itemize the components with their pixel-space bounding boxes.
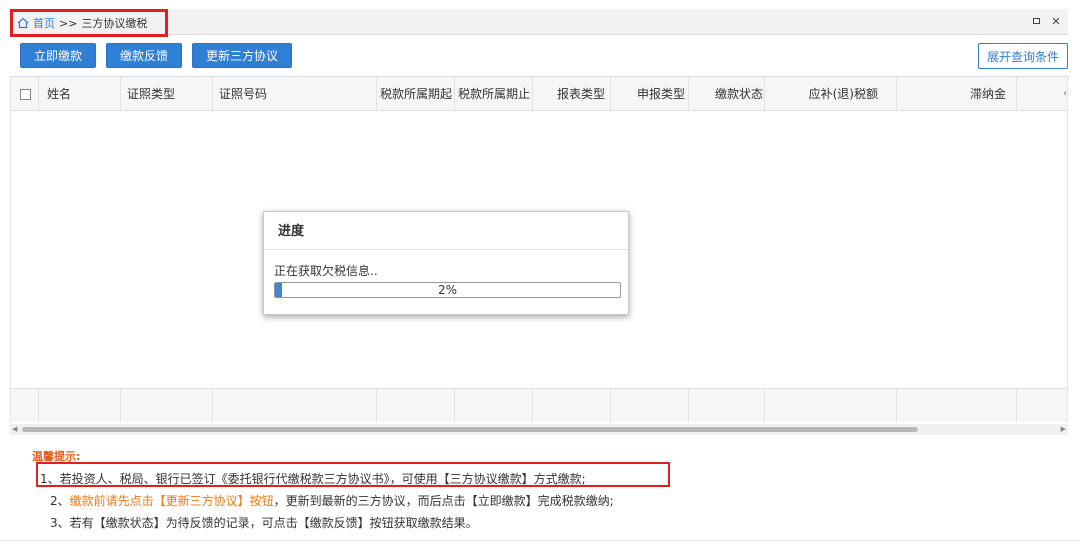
column-header-late-fee[interactable]: 滞纳金 — [897, 77, 1017, 111]
scroll-right-arrow-icon[interactable]: ▶ — [1061, 425, 1066, 433]
scrollbar-thumb[interactable] — [22, 427, 918, 432]
select-all-checkbox[interactable] — [20, 89, 31, 100]
restore-icon[interactable] — [1030, 14, 1042, 28]
column-header-period-end[interactable]: 税款所属期止 — [455, 77, 533, 111]
tip-line-3: 3、若有【缴款状态】为待反馈的记录，可点击【缴款反馈】按钮获取缴款结果。 — [50, 516, 478, 530]
toolbar: 立即缴款 缴款反馈 更新三方协议 — [20, 43, 293, 68]
close-icon[interactable]: ✕ — [1050, 14, 1062, 28]
column-header-payment-status[interactable]: 缴款状态 — [689, 77, 765, 111]
progress-dialog: 进度 正在获取欠税信息.. 2% — [263, 211, 629, 315]
dialog-message: 正在获取欠税信息.. — [274, 264, 378, 278]
tip-line-2-rest: ，更新到最新的三方协议，而后点击【立即缴款】完成税款缴纳; — [273, 494, 614, 508]
expand-query-button[interactable]: 展开查询条件 — [977, 43, 1068, 69]
progress-text: 2% — [437, 283, 458, 297]
payment-feedback-button[interactable]: 缴款反馈 — [106, 43, 183, 68]
column-header-period-start[interactable]: 税款所属期起 — [377, 77, 455, 111]
breadcrumb-separator: >> — [59, 16, 78, 30]
horizontal-scrollbar[interactable]: ◀ ▶ — [10, 424, 1068, 435]
tab-bar: 首页 >> 三方协议缴税 ✕ — [10, 9, 1068, 37]
column-header-tax-amount[interactable]: 应补(退)税额 — [765, 77, 897, 111]
progress-bar: 2% — [274, 282, 621, 298]
tips-section: 温馨提示: 1、若投资人、税局、银行已签订《委托银行代缴税款三方协议书》，可使用… — [32, 448, 670, 534]
breadcrumb-current: 三方协议缴税 — [81, 17, 148, 30]
bottom-divider — [0, 540, 1080, 541]
window-controls: ✕ — [1030, 14, 1062, 28]
scroll-columns-icon[interactable]: ‹ — [1063, 77, 1067, 111]
column-header-overflow: ‹ — [1017, 77, 1067, 111]
table-summary-row — [11, 388, 1067, 422]
column-header-name[interactable]: 姓名 — [39, 77, 121, 111]
tip-highlight-box — [36, 462, 670, 487]
column-header-id-type[interactable]: 证照类型 — [121, 77, 213, 111]
tip-line-2: 2、缴款前请先点击【更新三方协议】按钮，更新到最新的三方协议，而后点击【立即缴款… — [50, 490, 614, 512]
tip-line-2-prefix: 2、 — [50, 494, 70, 508]
pay-now-button[interactable]: 立即缴款 — [20, 43, 97, 68]
dialog-title: 进度 — [264, 212, 628, 250]
table-header: 姓名 证照类型 证照号码 税款所属期起 税款所属期止 报表类型 申报类型 缴款状… — [11, 77, 1067, 111]
column-header-report-type[interactable]: 报表类型 — [533, 77, 611, 111]
scroll-left-arrow-icon[interactable]: ◀ — [12, 425, 17, 433]
breadcrumb-home-link[interactable]: 首页 — [33, 15, 55, 31]
column-header-id-number[interactable]: 证照号码 — [213, 77, 377, 111]
tip-line-2-highlight: 缴款前请先点击【更新三方协议】按钮 — [69, 494, 274, 508]
breadcrumb: 首页 >> 三方协议缴税 — [10, 9, 168, 37]
select-all-cell — [11, 77, 39, 111]
home-icon[interactable] — [16, 16, 30, 30]
column-header-declare-type[interactable]: 申报类型 — [611, 77, 689, 111]
update-agreement-button[interactable]: 更新三方协议 — [192, 43, 293, 68]
